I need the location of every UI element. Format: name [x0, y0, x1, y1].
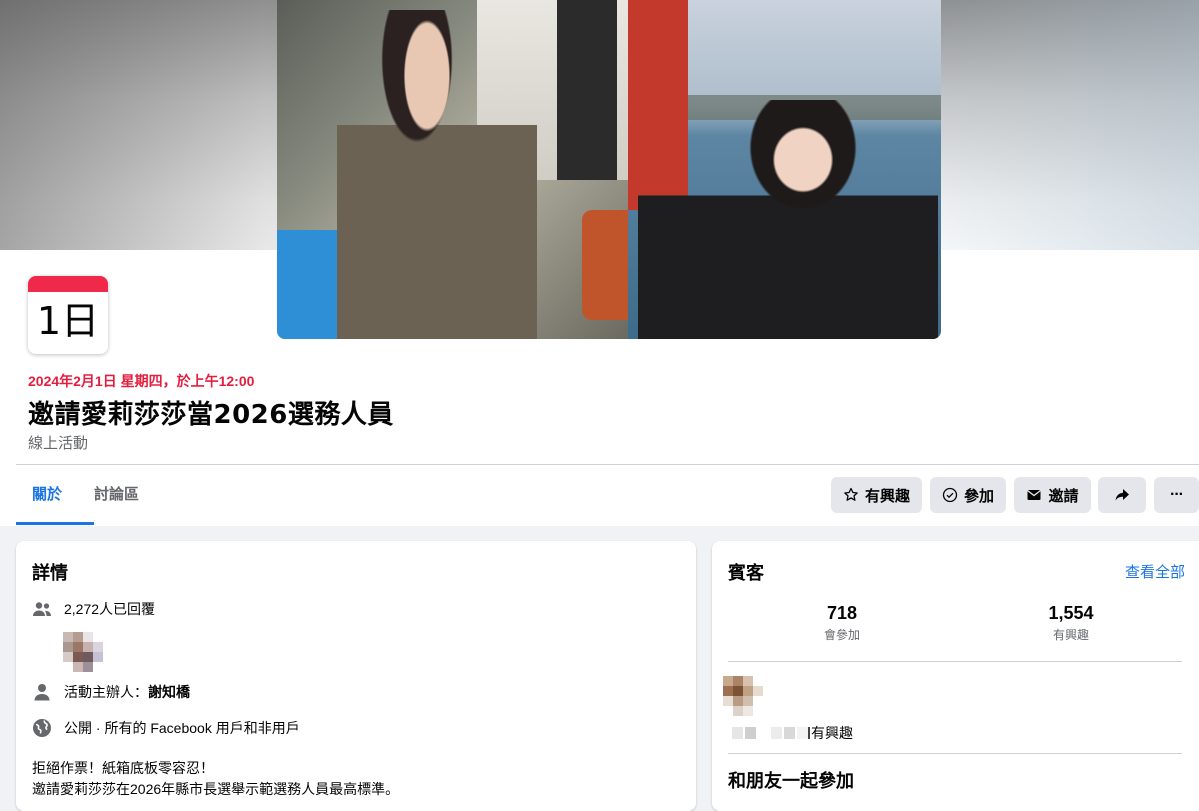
more-options-button[interactable]: ···	[1154, 477, 1199, 513]
cover-photo[interactable]	[277, 0, 941, 339]
interested-stat[interactable]: 1,554 有興趣	[991, 603, 1151, 643]
responder-avatar[interactable]	[63, 632, 103, 672]
people-icon	[32, 599, 52, 619]
calendar-icon: 1日	[28, 276, 108, 354]
going-count: 718	[826, 603, 858, 623]
cover-photo-right	[628, 0, 941, 339]
interested-count: 1,554	[1048, 603, 1094, 623]
details-title: 詳情	[32, 563, 68, 583]
blur-edge	[808, 727, 810, 739]
header-divider	[16, 464, 1199, 465]
tab-discussion[interactable]: 討論區	[78, 476, 155, 525]
event-date: 2024年2月1日 星期四，於上午12:00	[28, 373, 255, 389]
guests-title: 賓客	[728, 563, 764, 583]
interested-button-label: 有興趣	[865, 487, 911, 505]
going-button[interactable]: 參加	[930, 477, 1006, 513]
interested-label: 有興趣	[1052, 628, 1089, 642]
event-type: 線上活動	[28, 435, 89, 452]
join-with-friends-title: 和朋友一起參加	[728, 771, 854, 791]
share-button[interactable]	[1098, 477, 1146, 513]
invite-button[interactable]: 邀請	[1014, 477, 1091, 513]
host-row: 活動主辦人：謝知橋	[32, 682, 190, 702]
more-dots-icon: ···	[1170, 486, 1184, 503]
privacy-text: 公開 · 所有的 Facebook 用戶和非用戶	[64, 720, 300, 736]
envelope-icon	[1027, 489, 1042, 500]
blurred-friend-names	[732, 727, 808, 739]
guests-divider	[728, 753, 1182, 754]
globe-icon	[32, 718, 52, 738]
details-card: 詳情 2,272人已回覆 活動主辦人：謝知橋 公開 · 所有的 Facebook…	[16, 541, 696, 811]
share-icon	[1115, 489, 1129, 501]
guests-card: 賓客 查看全部 718 會參加 1,554 有興趣 有興趣 和朋友一起參加	[712, 541, 1199, 811]
friend-interest-text: 有興趣	[811, 725, 853, 741]
see-all-link[interactable]: 查看全部	[1125, 561, 1185, 582]
host-name-link[interactable]: 謝知橋	[148, 684, 190, 700]
going-label: 會參加	[823, 628, 860, 642]
description-line: 拒絕作票！紙箱底板零容忍！	[32, 760, 214, 776]
event-description: 拒絕作票！紙箱底板零容忍！ 邀請愛莉莎莎在2026年縣市長選舉示範選務人員最高標…	[32, 758, 399, 800]
calendar-day: 1日	[36, 299, 100, 343]
privacy-row: 公開 · 所有的 Facebook 用戶和非用戶	[32, 718, 300, 738]
host-prefix: 活動主辦人：	[64, 684, 148, 700]
interested-button[interactable]: 有興趣	[831, 477, 922, 513]
event-header: 1日 2024年2月1日 星期四，於上午12:00 邀請愛莉莎莎當2026選務人…	[0, 0, 1199, 526]
event-title: 邀請愛莉莎莎當2026選務人員	[28, 400, 394, 430]
guests-divider	[728, 661, 1182, 662]
person-icon	[32, 682, 52, 702]
check-circle-icon	[942, 487, 958, 503]
invite-button-label: 邀請	[1048, 487, 1079, 505]
cover-photo-left	[277, 0, 628, 339]
description-line: 邀請愛莉莎莎在2026年縣市長選舉示範選務人員最高標準。	[32, 781, 400, 797]
friend-avatar[interactable]	[723, 676, 763, 716]
responded-row: 2,272人已回覆	[32, 599, 155, 619]
going-button-label: 參加	[964, 487, 995, 505]
friend-interest-line: 有興趣	[732, 723, 853, 743]
going-stat[interactable]: 718 會參加	[762, 603, 922, 643]
responded-count: 2,272人已回覆	[64, 601, 156, 617]
star-icon	[844, 487, 858, 501]
